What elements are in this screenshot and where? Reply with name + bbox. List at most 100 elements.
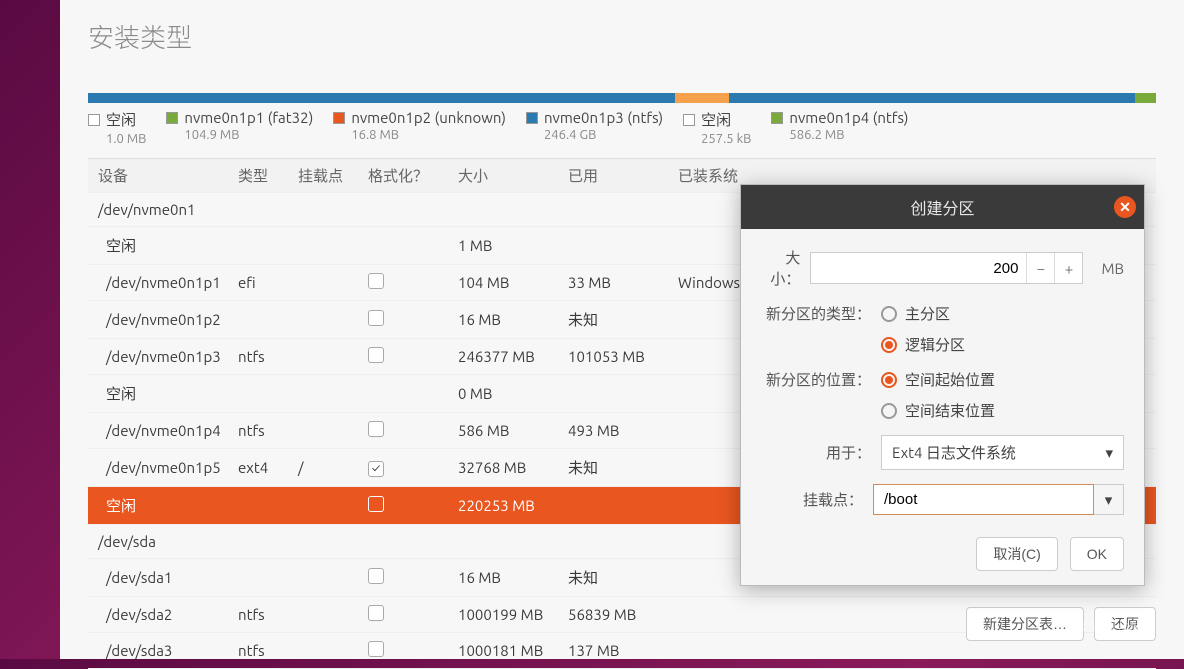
use-as-label: 用于： (761, 442, 871, 463)
cell-format (368, 641, 458, 660)
loc-begin-label: 空间起始位置 (905, 369, 995, 390)
cell-device: 空闲 (98, 495, 238, 516)
cell-size: 1 MB (458, 237, 568, 254)
size-minus-button[interactable]: − (1026, 253, 1054, 283)
radio-loc-end[interactable]: 空间结束位置 (881, 400, 995, 421)
radio-primary-label: 主分区 (905, 303, 950, 324)
legend-sub: 246.4 GB (544, 128, 663, 142)
radio-icon (881, 372, 897, 388)
cell-format (368, 605, 458, 624)
size-input[interactable] (811, 254, 1026, 283)
col-format: 格式化？ (368, 165, 458, 186)
format-checkbox[interactable] (368, 461, 384, 477)
create-partition-dialog: 创建分区 ✕ 大小： − + MB 新分区的类型： 主分区 逻辑分区 (740, 184, 1145, 586)
legend-label: nvme0n1p2 (unknown) (351, 109, 506, 126)
legend-label: nvme0n1p1 (fat32) (184, 109, 313, 126)
legend-label: 空闲 (701, 109, 731, 130)
cell-device: /dev/sda3 (98, 642, 238, 659)
cell-device: 空闲 (98, 235, 238, 256)
format-checkbox[interactable] (368, 641, 384, 657)
cell-used: 137 MB (568, 642, 678, 659)
legend-swatch (333, 112, 345, 124)
cell-device: /dev/nvme0n1p3 (98, 348, 238, 365)
legend-label: nvme0n1p4 (ntfs) (789, 109, 908, 126)
radio-icon (881, 337, 897, 353)
cell-type: ntfs (238, 606, 298, 623)
legend-sub: 16.8 MB (351, 128, 506, 142)
legend: 空闲1.0 MBnvme0n1p1 (fat32)104.9 MBnvme0n1… (88, 109, 1156, 146)
radio-icon (881, 403, 897, 419)
format-checkbox[interactable] (368, 310, 384, 326)
cell-used: 未知 (568, 457, 678, 478)
cell-device: /dev/nvme0n1 (98, 201, 238, 218)
col-size: 大小 (458, 165, 568, 186)
format-checkbox[interactable] (368, 605, 384, 621)
cell-used: 未知 (568, 567, 678, 588)
cell-device: /dev/nvme0n1p4 (98, 422, 238, 439)
mountpoint-input[interactable] (873, 484, 1094, 515)
cell-size: 16 MB (458, 311, 568, 328)
col-type: 类型 (238, 165, 298, 186)
dialog-title-bar: 创建分区 ✕ (741, 185, 1144, 229)
format-checkbox[interactable] (368, 347, 384, 363)
radio-logical[interactable]: 逻辑分区 (881, 334, 965, 355)
legend-swatch (166, 112, 178, 124)
legend-sub: 586.2 MB (789, 128, 908, 142)
mount-label: 挂载点： (761, 489, 863, 510)
legend-sub: 1.0 MB (106, 132, 146, 146)
location-label: 新分区的位置： (761, 369, 871, 390)
filesystem-value: Ext4 日志文件系统 (892, 442, 1016, 463)
legend-swatch (88, 114, 100, 126)
cell-size: 32768 MB (458, 459, 568, 476)
cell-used: 493 MB (568, 422, 678, 439)
cell-device: /dev/nvme0n1p1 (98, 274, 238, 291)
cell-type: ext4 (238, 459, 298, 476)
radio-primary[interactable]: 主分区 (881, 303, 965, 324)
format-checkbox[interactable] (368, 421, 384, 437)
close-icon[interactable]: ✕ (1114, 196, 1136, 218)
cell-format (368, 496, 458, 515)
cell-size: 104 MB (458, 274, 568, 291)
format-checkbox[interactable] (368, 496, 384, 512)
cell-used: 33 MB (568, 274, 678, 291)
cell-device: /dev/nvme0n1p5 (98, 459, 238, 476)
cell-device: /dev/sda (98, 533, 238, 550)
radio-icon (881, 306, 897, 322)
legend-item: nvme0n1p1 (fat32) 104.9 MB (166, 109, 313, 146)
legend-sub: 104.9 MB (184, 128, 313, 142)
cell-size: 1000181 MB (458, 642, 568, 659)
format-checkbox[interactable] (368, 568, 384, 584)
type-label: 新分区的类型： (761, 303, 871, 324)
cell-size: 586 MB (458, 422, 568, 439)
ok-button[interactable]: OK (1070, 537, 1124, 571)
loc-end-label: 空间结束位置 (905, 400, 995, 421)
size-label: 大小： (761, 247, 800, 289)
cell-format (368, 310, 458, 329)
cell-format (368, 347, 458, 366)
filesystem-select[interactable]: Ext4 日志文件系统 ▾ (881, 435, 1124, 470)
legend-sub: 257.5 kB (701, 132, 751, 146)
cell-device: /dev/nvme0n1p2 (98, 311, 238, 328)
cell-size: 0 MB (458, 385, 568, 402)
cell-device: 空闲 (98, 383, 238, 404)
radio-loc-begin[interactable]: 空间起始位置 (881, 369, 995, 390)
legend-swatch (683, 114, 695, 126)
cancel-button[interactable]: 取消(C) (976, 537, 1057, 571)
cell-format (368, 273, 458, 292)
legend-label: nvme0n1p3 (ntfs) (544, 109, 663, 126)
cell-type: efi (238, 274, 298, 291)
size-plus-button[interactable]: + (1054, 253, 1082, 283)
mountpoint-dropdown-button[interactable]: ▾ (1094, 484, 1124, 515)
cell-format (368, 421, 458, 440)
cell-size: 1000199 MB (458, 606, 568, 623)
col-mount: 挂载点 (298, 165, 368, 186)
cell-size: 246377 MB (458, 348, 568, 365)
cell-used: 56839 MB (568, 606, 678, 623)
format-checkbox[interactable] (368, 273, 384, 289)
new-partition-table-button[interactable]: 新建分区表… (966, 607, 1084, 641)
cell-type: ntfs (238, 348, 298, 365)
legend-item: nvme0n1p3 (ntfs) 246.4 GB (526, 109, 663, 146)
watermark: CSDN @凤尘 (1081, 616, 1156, 635)
legend-swatch (771, 112, 783, 124)
cell-type: ntfs (238, 642, 298, 659)
